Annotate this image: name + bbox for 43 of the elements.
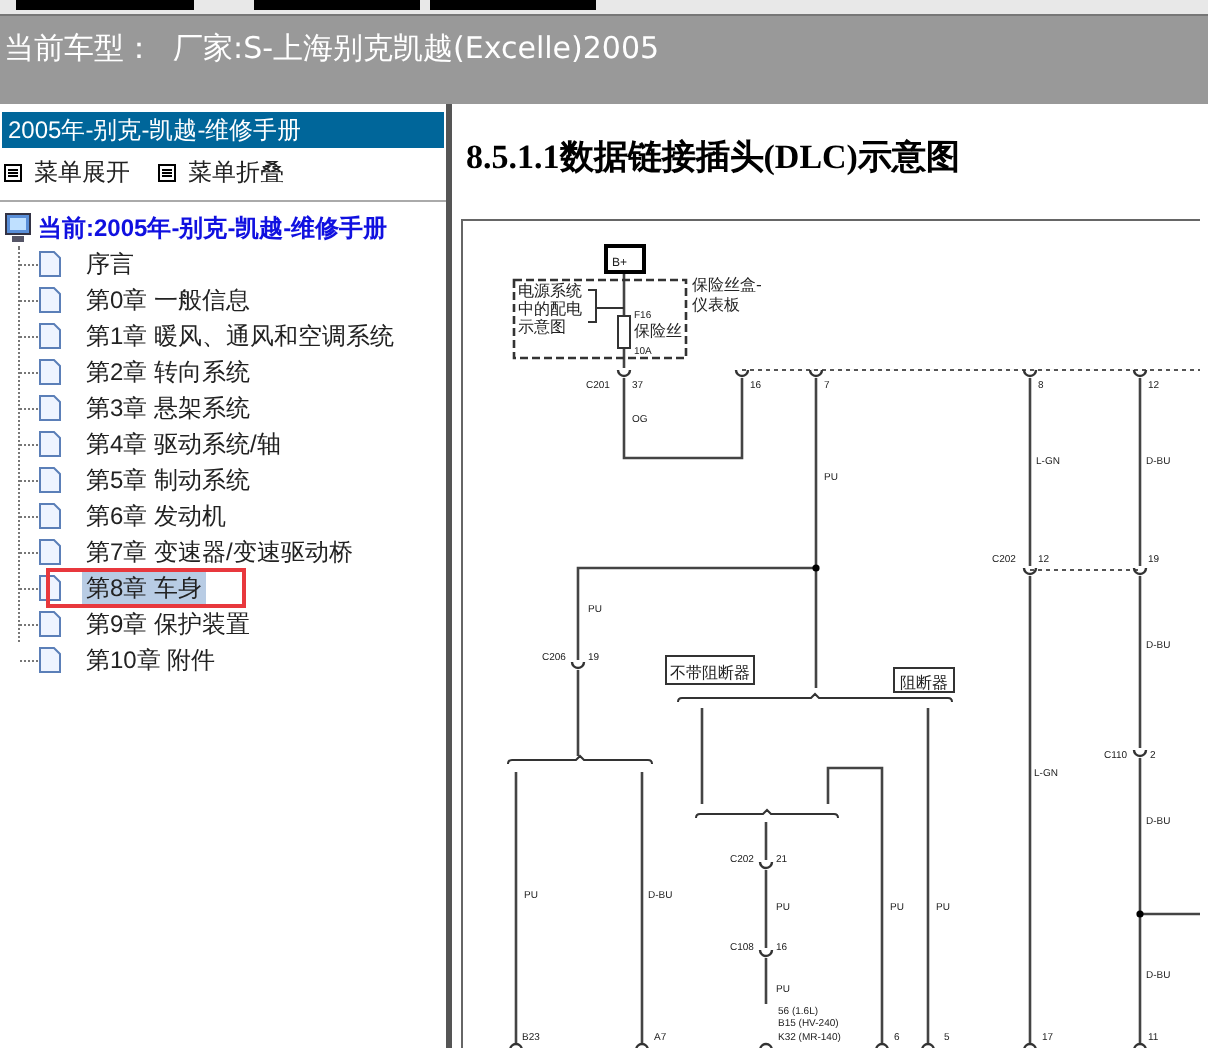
tree-item[interactable]: 第5章 制动系统 (82, 462, 255, 498)
page-icon (38, 358, 62, 386)
menu-icon (4, 163, 22, 181)
toolbar-button[interactable] (254, 0, 420, 10)
page-icon (38, 250, 62, 278)
diagram-label: 中的配电 (518, 300, 582, 318)
option-label: 不带阻断器 (665, 655, 755, 685)
car-model-text: 当前车型： 厂家:S-上海别克凯越(Excelle)2005 (4, 30, 660, 66)
page-icon (38, 322, 62, 350)
tree-item[interactable]: 第1章 暖风、通风和空调系统 (82, 318, 399, 354)
tree-item[interactable]: 第10章 附件 (82, 642, 220, 678)
menu-link[interactable]: 菜单展开 (34, 154, 130, 190)
toolbar-button[interactable] (16, 0, 194, 10)
tree-root-label[interactable]: 当前:2005年-别克-凯越-维修手册 (38, 210, 388, 246)
diagram-label: 保险丝 (634, 322, 682, 340)
diagram-label: 仪表板 (692, 296, 740, 314)
page-icon (38, 430, 62, 458)
page-icon (38, 466, 62, 494)
page-title: 8.5.1.1数据链接插头(DLC)示意图 (464, 136, 962, 180)
diagram-label: 示意图 (518, 318, 566, 336)
terminal-box (604, 244, 646, 274)
tree-item[interactable]: 序言 (82, 246, 138, 282)
page-icon (38, 646, 62, 674)
diagram-label: 保险丝盒- (692, 276, 762, 294)
menu-icon (158, 163, 176, 181)
tree-item[interactable]: 第9章 保护装置 (82, 606, 255, 642)
page-icon (38, 394, 62, 422)
page-icon (38, 610, 62, 638)
page-icon (38, 538, 62, 566)
computer-icon (4, 212, 32, 244)
tree-item[interactable]: 第2章 转向系统 (82, 354, 255, 390)
tree-item[interactable]: 第4章 驱动系统/轴 (82, 426, 285, 462)
menu-link[interactable]: 菜单折叠 (188, 154, 284, 190)
page-icon (38, 286, 62, 314)
tree-item[interactable]: 第6章 发动机 (82, 498, 231, 534)
page-icon (38, 502, 62, 530)
tree-item[interactable]: 第0章 一般信息 (82, 282, 255, 318)
diagram-label: 电源系统 (518, 282, 582, 300)
tree-item[interactable]: 第3章 悬架系统 (82, 390, 255, 426)
toolbar-button[interactable] (430, 0, 596, 10)
tree-item[interactable]: 第7章 变速器/变速驱动桥 (82, 534, 357, 570)
option-label: 阻断器 (893, 667, 955, 693)
sidebar-title: 2005年-别克-凯越-维修手册 (2, 112, 444, 148)
